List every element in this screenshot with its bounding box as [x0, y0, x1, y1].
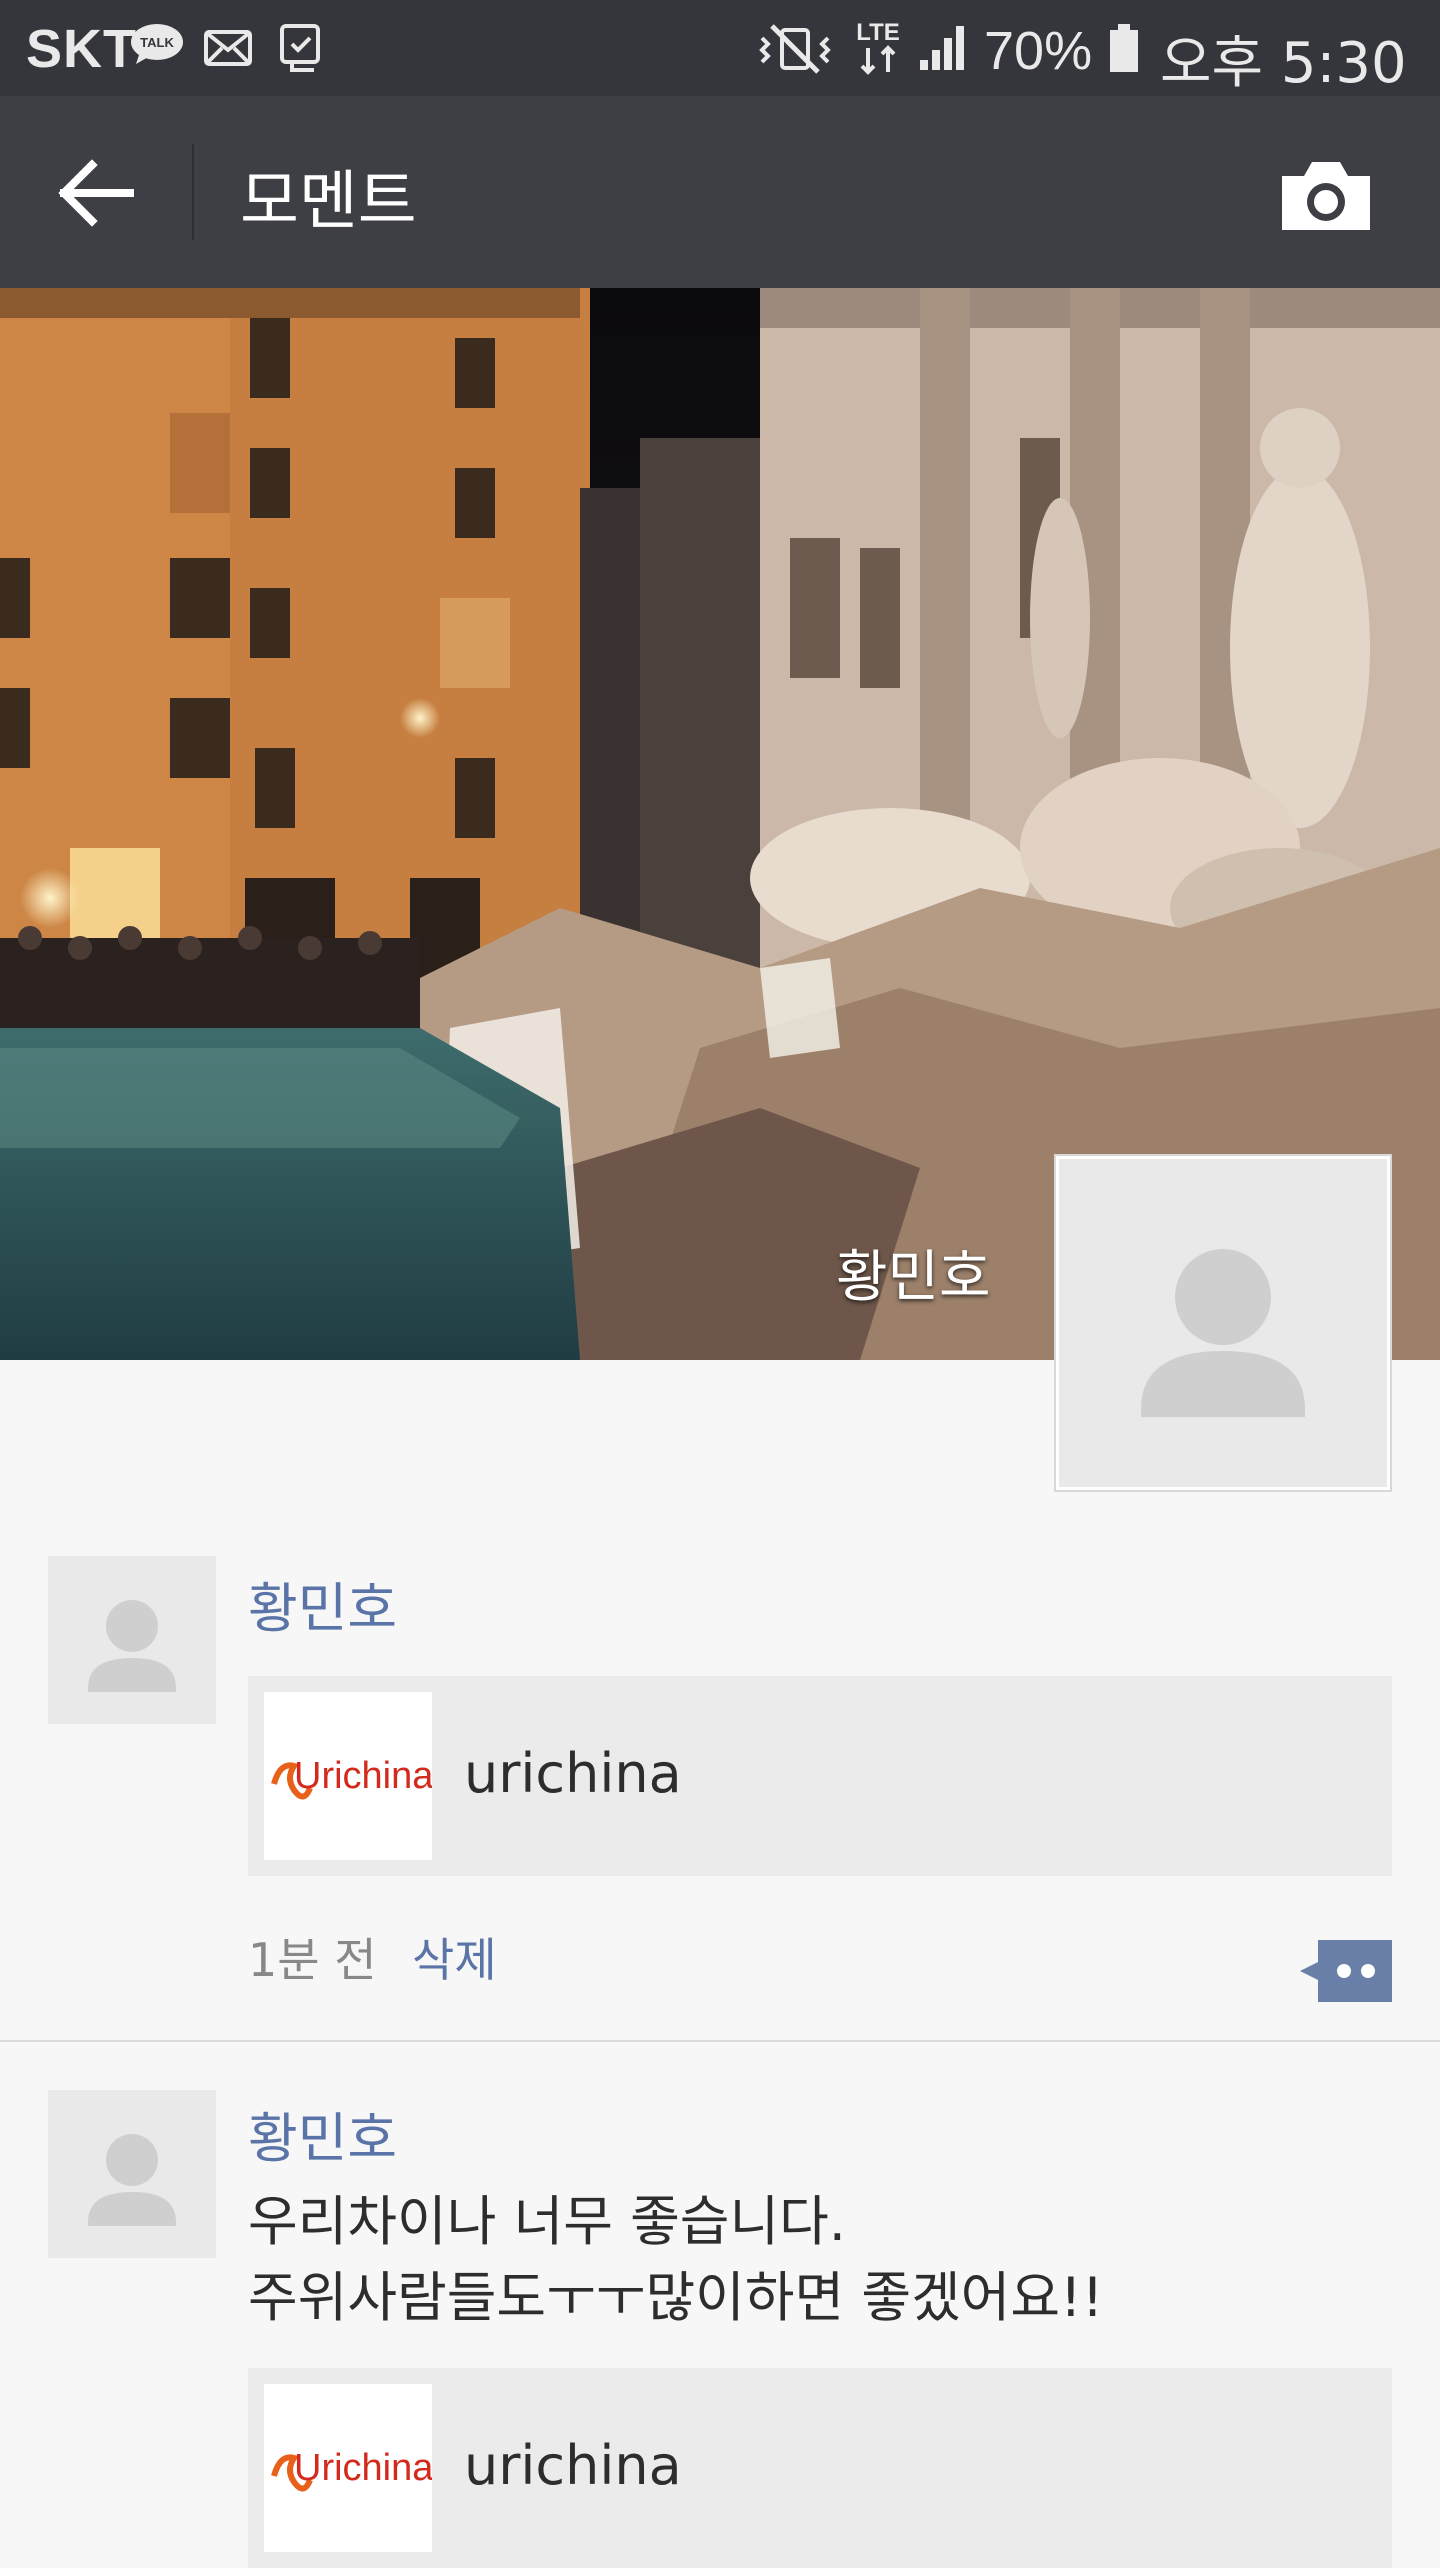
post-text-line: 주위사람들도ㅜㅜ많이하면 좋겠어요!!	[248, 2266, 1104, 2329]
header-divider	[192, 144, 194, 240]
lte-icon: LTE	[856, 19, 900, 75]
lte-label: LTE	[856, 19, 900, 46]
person-icon	[88, 2134, 176, 2226]
page-title: 모멘트	[240, 165, 417, 239]
clock: 오후 5:30	[1160, 31, 1407, 96]
post-author-avatar[interactable]	[48, 2090, 216, 2258]
kakaotalk-icon: TALK	[131, 24, 183, 64]
moment-post: 황민호 우리차이나 너무 좋습니다. 주위사람들도ㅜㅜ많이하면 좋겠어요!! U…	[0, 2090, 1440, 2568]
post-author-avatar[interactable]	[48, 1556, 216, 1724]
camera-icon[interactable]	[1276, 156, 1376, 236]
talk-badge: TALK	[140, 35, 174, 50]
post-text: 우리차이나 너무 좋습니다. 주위사람들도ㅜㅜ많이하면 좋겠어요!!	[248, 2184, 1103, 2336]
link-thumbnail: Urichina	[264, 1692, 434, 1860]
app-bar: 모멘트	[0, 96, 1440, 288]
moment-post: 황민호 Urichina urichina 1분 전 삭제	[0, 1556, 1440, 2036]
person-icon	[88, 1600, 176, 1692]
link-title: urichina	[464, 1742, 682, 1805]
post-author-name[interactable]: 황민호	[248, 2094, 397, 2173]
battery-icon	[1110, 24, 1138, 72]
link-preview-card[interactable]: Urichina urichina	[248, 2368, 1392, 2568]
post-author-name[interactable]: 황민호	[248, 1564, 397, 1643]
signal-icon	[920, 26, 964, 70]
post-time: 1분 전	[248, 1933, 377, 1987]
cover-profile-name: 황민호	[836, 1245, 991, 1310]
urichina-logo: Urichina	[271, 2447, 434, 2492]
logo-text: Urichina	[294, 2447, 432, 2489]
carrier-label: SKT	[26, 19, 137, 79]
mail-icon	[204, 30, 252, 66]
download-complete-icon	[280, 24, 320, 72]
comment-icon[interactable]	[1300, 1940, 1392, 2002]
battery-percent: 70%	[984, 21, 1093, 81]
person-icon	[1141, 1249, 1305, 1417]
link-thumbnail: Urichina	[264, 2384, 434, 2552]
logo-text: Urichina	[294, 1755, 432, 1797]
urichina-logo: Urichina	[271, 1755, 434, 1800]
arrow-left-icon[interactable]	[52, 148, 142, 238]
profile-avatar[interactable]	[1056, 1156, 1390, 1490]
post-divider	[0, 2040, 1440, 2042]
status-bar: SKT TALK LTE 70% 오후 5:30	[0, 0, 1440, 96]
delete-button[interactable]: 삭제	[412, 1924, 497, 1990]
vibrate-mute-icon	[759, 24, 831, 74]
post-text-line: 우리차이나 너무 좋습니다.	[248, 2190, 846, 2253]
link-title: urichina	[464, 2434, 682, 2497]
link-preview-card[interactable]: Urichina urichina	[248, 1676, 1392, 1876]
